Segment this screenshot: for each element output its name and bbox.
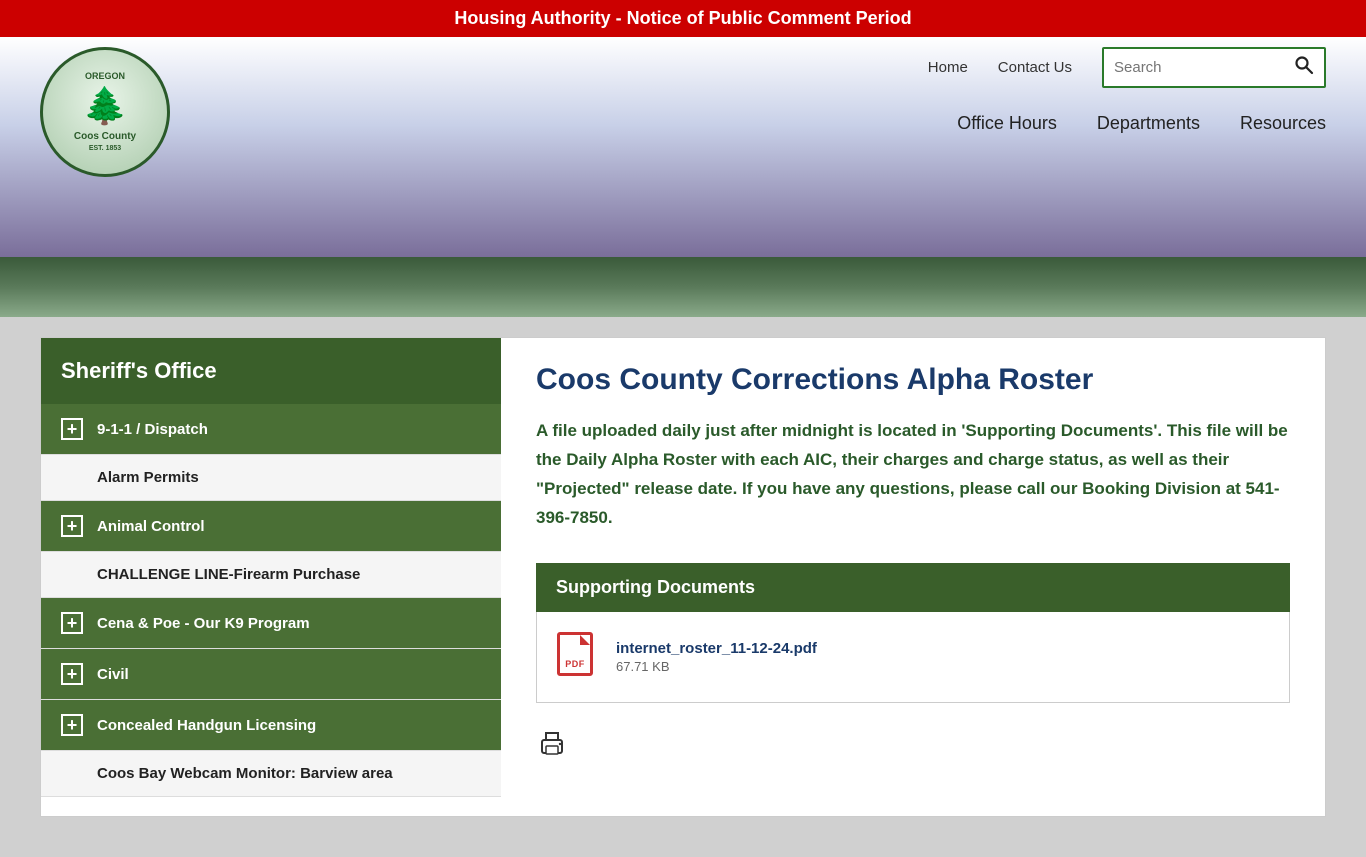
file-info: internet_roster_11-12-24.pdf 67.71 KB bbox=[616, 640, 817, 674]
sidebar-label-k9: Cena & Poe - Our K9 Program bbox=[97, 615, 310, 632]
sidebar-title: Sheriff's Office bbox=[41, 338, 501, 404]
sidebar-item-chl: + Concealed Handgun Licensing bbox=[41, 700, 501, 751]
nav-departments-link[interactable]: Departments bbox=[1097, 113, 1200, 134]
logo-tree-icon: 🌲 bbox=[74, 83, 136, 130]
sidebar-link-dispatch[interactable]: + 9-1-1 / Dispatch bbox=[41, 404, 501, 454]
sidebar-label-animal-control: Animal Control bbox=[97, 518, 205, 535]
file-size: 67.71 KB bbox=[616, 659, 817, 674]
main-wrapper: Sheriff's Office + 9-1-1 / Dispatch Alar… bbox=[0, 317, 1366, 857]
sidebar-item-k9: + Cena & Poe - Our K9 Program bbox=[41, 598, 501, 649]
sidebar-label-civil: Civil bbox=[97, 666, 129, 683]
supporting-docs-section: Supporting Documents PDF internet_roster… bbox=[536, 563, 1290, 703]
sidebar-link-alarm-permits[interactable]: Alarm Permits bbox=[41, 455, 501, 501]
search-input[interactable] bbox=[1104, 53, 1284, 82]
nav-home-link[interactable]: Home bbox=[928, 59, 968, 76]
sidebar-label-dispatch: 9-1-1 / Dispatch bbox=[97, 421, 208, 438]
sidebar-link-k9[interactable]: + Cena & Poe - Our K9 Program bbox=[41, 598, 501, 648]
supporting-docs-header: Supporting Documents bbox=[536, 563, 1290, 612]
sidebar-link-webcam[interactable]: Coos Bay Webcam Monitor: Barview area bbox=[41, 751, 501, 797]
nav-contact-link[interactable]: Contact Us bbox=[998, 59, 1072, 76]
top-nav: Home Contact Us bbox=[928, 59, 1072, 76]
logo-county-text: Coos County bbox=[74, 131, 136, 142]
plus-icon-k9: + bbox=[61, 612, 83, 634]
supporting-docs-body: PDF internet_roster_11-12-24.pdf 67.71 K… bbox=[536, 612, 1290, 703]
plus-icon-civil: + bbox=[61, 663, 83, 685]
sidebar-link-animal-control[interactable]: + Animal Control bbox=[41, 501, 501, 551]
file-item[interactable]: PDF internet_roster_11-12-24.pdf 67.71 K… bbox=[557, 632, 1269, 682]
pdf-icon: PDF bbox=[557, 632, 601, 682]
print-icon bbox=[536, 735, 568, 766]
sidebar-label-chl: Concealed Handgun Licensing bbox=[97, 717, 316, 734]
nav-office-hours-link[interactable]: Office Hours bbox=[957, 113, 1057, 134]
plus-icon: + bbox=[61, 418, 83, 440]
alert-text: Housing Authority - Notice of Public Com… bbox=[454, 8, 911, 28]
sidebar-link-civil[interactable]: + Civil bbox=[41, 649, 501, 699]
main-content: Coos County Corrections Alpha Roster A f… bbox=[501, 338, 1325, 816]
sidebar-label-alarm-permits: Alarm Permits bbox=[97, 469, 199, 486]
logo-est-text: EST. 1853 bbox=[89, 145, 121, 152]
pdf-label: PDF bbox=[565, 659, 585, 669]
main-nav: Office Hours Departments Resources bbox=[40, 98, 1326, 149]
sidebar-link-challenge-line[interactable]: CHALLENGE LINE-Firearm Purchase bbox=[41, 552, 501, 598]
page-title: Coos County Corrections Alpha Roster bbox=[536, 363, 1290, 397]
page-description: A file uploaded daily just after midnigh… bbox=[536, 417, 1290, 533]
file-name: internet_roster_11-12-24.pdf bbox=[616, 640, 817, 657]
header-top-nav: Home Contact Us bbox=[40, 47, 1326, 98]
plus-icon-chl: + bbox=[61, 714, 83, 736]
search-box bbox=[1102, 47, 1326, 88]
sidebar-item-dispatch: + 9-1-1 / Dispatch bbox=[41, 404, 501, 455]
sidebar-link-chl[interactable]: + Concealed Handgun Licensing bbox=[41, 700, 501, 750]
search-icon bbox=[1294, 55, 1314, 75]
search-button[interactable] bbox=[1284, 49, 1324, 86]
header: OREGON 🌲 Coos County EST. 1853 Home Cont… bbox=[0, 37, 1366, 257]
sidebar-item-animal-control: + Animal Control bbox=[41, 501, 501, 552]
sidebar-item-civil: + Civil bbox=[41, 649, 501, 700]
plus-icon-animal: + bbox=[61, 515, 83, 537]
content-box: Sheriff's Office + 9-1-1 / Dispatch Alar… bbox=[40, 337, 1326, 817]
hero-background bbox=[0, 257, 1366, 317]
print-button[interactable] bbox=[536, 728, 1290, 767]
alert-banner[interactable]: Housing Authority - Notice of Public Com… bbox=[0, 0, 1366, 37]
sidebar-label-challenge-line: CHALLENGE LINE-Firearm Purchase bbox=[97, 566, 360, 583]
logo-oregon-text: OREGON bbox=[85, 71, 125, 81]
sidebar: Sheriff's Office + 9-1-1 / Dispatch Alar… bbox=[41, 338, 501, 816]
nav-resources-link[interactable]: Resources bbox=[1240, 113, 1326, 134]
logo-circle: OREGON 🌲 Coos County EST. 1853 bbox=[40, 47, 170, 177]
logo-area[interactable]: OREGON 🌲 Coos County EST. 1853 bbox=[40, 47, 170, 177]
